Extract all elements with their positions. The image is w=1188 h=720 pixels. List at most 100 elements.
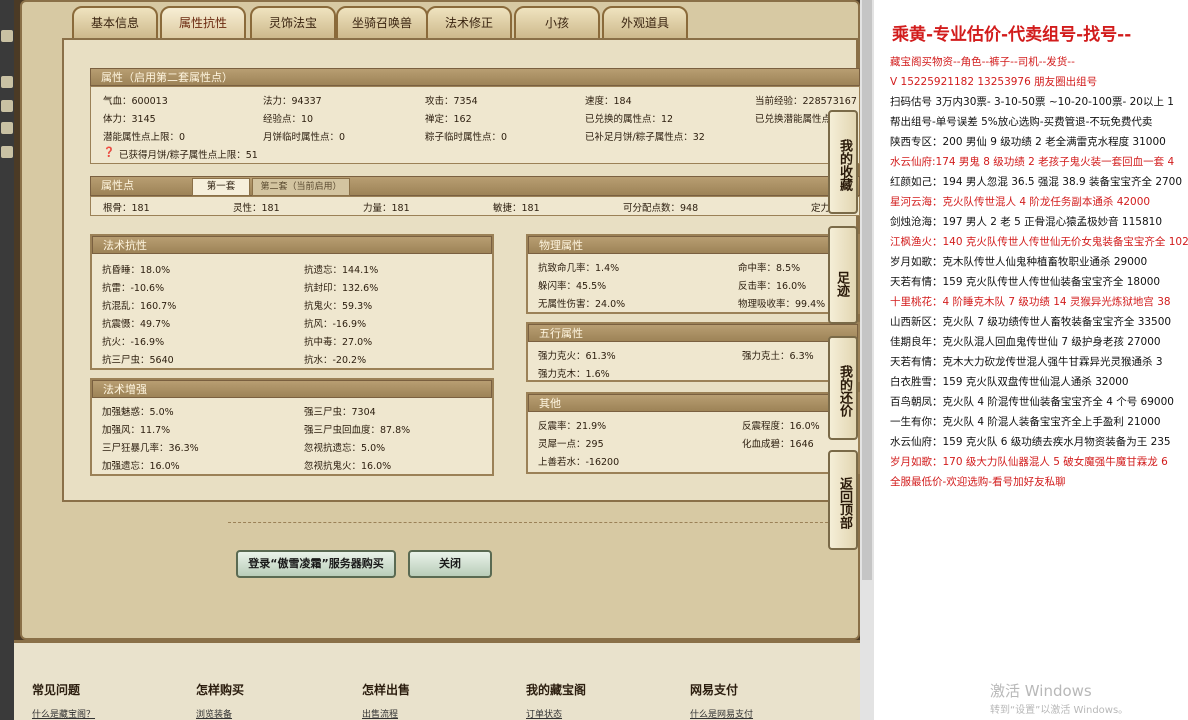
points-cell: 根骨：181 xyxy=(103,203,150,214)
other-cell: 化血成碧：1646 xyxy=(742,439,814,450)
spell-boost-cell: 三尸狂暴几率：36.3% xyxy=(102,443,199,454)
tab-basic-info[interactable]: 基本信息 xyxy=(72,6,158,40)
points-tab-1[interactable]: 第一套 xyxy=(192,178,250,196)
tab-child[interactable]: 小孩 xyxy=(514,6,600,40)
doc-line: 白衣胜雪：159 克火队双盘传世仙混人通杀 32000 xyxy=(890,376,1129,388)
spell-boost-cell: 忽视抗遗忘：5.0% xyxy=(304,443,386,454)
spell-boost-cell: 忽视抗鬼火：16.0% xyxy=(304,461,392,472)
elem-cell: 强力克火：61.3% xyxy=(538,351,616,362)
doc-line: 全服最低价-欢迎选购-看号加好友私聊 xyxy=(890,476,1066,488)
spell-res-box: 法术抗性 抗昏睡：18.0% 抗遗忘：144.1% 抗雷：-10.6% 抗封印：… xyxy=(90,234,494,370)
doc-line: 百鸟朝凤：克火队 4 阶混传世仙装备宝宝齐全 4 个号 69000 xyxy=(890,396,1174,408)
footer-heading: 常见问题 xyxy=(32,683,81,697)
spell-res-cell: 抗火：-16.9% xyxy=(102,337,165,348)
my-counteroffer-button[interactable]: 我的还价 xyxy=(828,336,858,440)
spell-res-cell: 抗封印：132.6% xyxy=(304,283,379,294)
phys-cell: 无属性伤害：24.0% xyxy=(538,299,626,310)
footprint-button[interactable]: 足迹 xyxy=(828,226,858,324)
spell-res-header: 法术抗性 xyxy=(92,236,492,254)
phys-cell: 命中率：8.5% xyxy=(738,263,801,274)
attr-header: 属性（启用第二套属性点） xyxy=(90,68,860,86)
side-document: 乘黄-专业估价-代卖组号-找号-- 藏宝阁买物资--角色--裤子--司机--发货… xyxy=(874,0,1188,720)
doc-line: 十里桃花：4 阶睡克木队 7 级功绩 14 灵猴异光炼狱地宫 38 xyxy=(890,296,1171,308)
spell-boost-box: 法术增强 加强魅惑：5.0% 强三尸虫：7304 加强风：11.7% 强三尸虫回… xyxy=(90,378,494,476)
other-cell: 上善若水：-16200 xyxy=(538,457,620,468)
points-tab-2[interactable]: 第二套（当前启用） xyxy=(252,178,350,196)
scrollbar[interactable] xyxy=(860,0,874,720)
attr-cell: 月饼临时属性点：0 xyxy=(263,132,346,143)
phys-header: 物理属性 xyxy=(528,236,858,254)
my-favorites-button[interactable]: 我的收藏 xyxy=(828,110,858,214)
footer-heading: 怎样购买 xyxy=(196,683,245,697)
tab-appearance[interactable]: 外观道具 xyxy=(602,6,688,40)
tab-attributes[interactable]: 属性抗性 xyxy=(160,6,246,40)
spell-boost-cell: 加强风：11.7% xyxy=(102,425,171,436)
doc-line: 剑烛沧海：197 男人 2 老 5 正骨混心猿孟极妙音 115810 xyxy=(890,216,1163,228)
doc-line: 藏宝阁买物资--角色--裤子--司机--发货-- xyxy=(890,56,1075,68)
other-cell: 反震率：21.9% xyxy=(538,421,607,432)
phys-cell: 抗致命几率：1.4% xyxy=(538,263,620,274)
doc-line: V 15225921182 13253976 朋友圈出组号 xyxy=(890,76,1098,88)
activation-watermark-sub: 转到“设置”以激活 Windows。 xyxy=(990,705,1129,716)
spell-boost-cell: 加强遗忘：16.0% xyxy=(102,461,180,472)
doc-line: 一生有你：克火队 4 阶混人装备宝宝齐全上手盈利 21000 xyxy=(890,416,1161,428)
app-icon[interactable] xyxy=(1,76,13,88)
doc-line: 天若有情：克木大力砍龙传世混人强牛甘霖异光灵猴通杀 3 xyxy=(890,356,1163,368)
spell-res-cell: 抗遗忘：144.1% xyxy=(304,265,379,276)
tab-spell-correction[interactable]: 法术修正 xyxy=(426,6,512,40)
phys-cell: 反击率：16.0% xyxy=(738,281,807,292)
doc-line: 天若有情：159 克火队传世人传世仙装备宝宝齐全 18000 xyxy=(890,276,1161,288)
footer-link[interactable]: 出售流程 xyxy=(362,707,398,720)
tab-accessories[interactable]: 灵饰法宝 xyxy=(250,6,336,40)
spell-boost-cell: 加强魅惑：5.0% xyxy=(102,407,174,418)
spell-res-cell: 抗风：-16.9% xyxy=(304,319,367,330)
elem-cell: 强力克木：1.6% xyxy=(538,369,610,380)
attr-box: 气血：600013 法力：94337 攻击：7354 速度：184 当前经验：2… xyxy=(90,86,860,164)
app-icon[interactable] xyxy=(1,100,13,112)
spell-res-cell: 抗鬼火：59.3% xyxy=(304,301,373,312)
other-box: 其他 反震率：21.9% 反震程度：16.0% 灵犀一点：295 化血成碧：16… xyxy=(526,392,860,474)
app-icon[interactable] xyxy=(1,146,13,158)
app-icon[interactable] xyxy=(1,122,13,134)
spell-res-cell: 抗水：-20.2% xyxy=(304,355,367,366)
spell-res-cell: 抗昏睡：18.0% xyxy=(102,265,171,276)
footer-heading: 网易支付 xyxy=(690,683,739,697)
spell-boost-cell: 强三尸虫：7304 xyxy=(304,407,376,418)
app-icon[interactable] xyxy=(1,30,13,42)
spell-res-cell: 抗三尸虫：5640 xyxy=(102,355,174,366)
attr-cell: 体力：3145 xyxy=(103,114,156,125)
other-header: 其他 xyxy=(528,394,858,412)
spell-res-cell: 抗震慑：49.7% xyxy=(102,319,171,330)
scrollbar-thumb[interactable] xyxy=(862,0,872,580)
spell-boost-cell: 强三尸虫回血度：87.8% xyxy=(304,425,411,436)
elem-cell: 强力克土：6.3% xyxy=(742,351,814,362)
points-box: 根骨：181 灵性：181 力量：181 敏捷：181 可分配点数：948 定力 xyxy=(90,196,860,216)
footer-link[interactable]: 什么是藏宝阁？ xyxy=(32,707,95,720)
tab-mounts-pets[interactable]: 坐骑召唤兽 xyxy=(336,6,428,40)
footer-link[interactable]: 订单状态 xyxy=(526,707,562,720)
help-icon[interactable]: ❓ xyxy=(103,147,115,158)
points-cell: 力量：181 xyxy=(363,203,410,214)
attr-cell: 气血：600013 xyxy=(103,96,168,107)
points-cell: 敏捷：181 xyxy=(493,203,540,214)
attr-cell: 已补足月饼/粽子属性点：32 xyxy=(585,132,705,143)
doc-line: 星河云海：克火队传世混人 4 阶龙任务副本通杀 42000 xyxy=(890,196,1151,208)
doc-line: 岁月如歌：克木队传世人仙鬼种植畜牧职业通杀 29000 xyxy=(890,256,1148,268)
elem-box: 五行属性 强力克火：61.3% 强力克土：6.3% 强力克木：1.6% xyxy=(526,322,860,382)
back-to-top-button[interactable]: 返回顶部 xyxy=(828,450,858,550)
attr-cell: 经验点：10 xyxy=(263,114,314,125)
taskbar-strip xyxy=(0,0,14,720)
footer-link[interactable]: 什么是网易支付 xyxy=(690,707,753,720)
doc-line: 陕西专区：200 男仙 9 级功绩 2 老全满雷克水程度 31000 xyxy=(890,136,1166,148)
attr-cell: 法力：94337 xyxy=(263,96,322,107)
login-buy-button[interactable]: 登录“傲雪凌霜”服务器购买 xyxy=(236,550,396,578)
attr-cell: 粽子临时属性点：0 xyxy=(425,132,508,143)
divider xyxy=(228,522,828,523)
points-cell: 可分配点数：948 xyxy=(623,203,699,214)
footer-link[interactable]: 浏览装备 xyxy=(196,707,232,720)
close-button[interactable]: 关闭 xyxy=(408,550,492,578)
doc-title: 乘黄-专业估价-代卖组号-找号-- xyxy=(892,25,1132,45)
elem-header: 五行属性 xyxy=(528,324,858,342)
attr-cell: 速度：184 xyxy=(585,96,632,107)
attributes-content: 属性（启用第二套属性点） 气血：600013 法力：94337 攻击：7354 … xyxy=(62,38,860,502)
